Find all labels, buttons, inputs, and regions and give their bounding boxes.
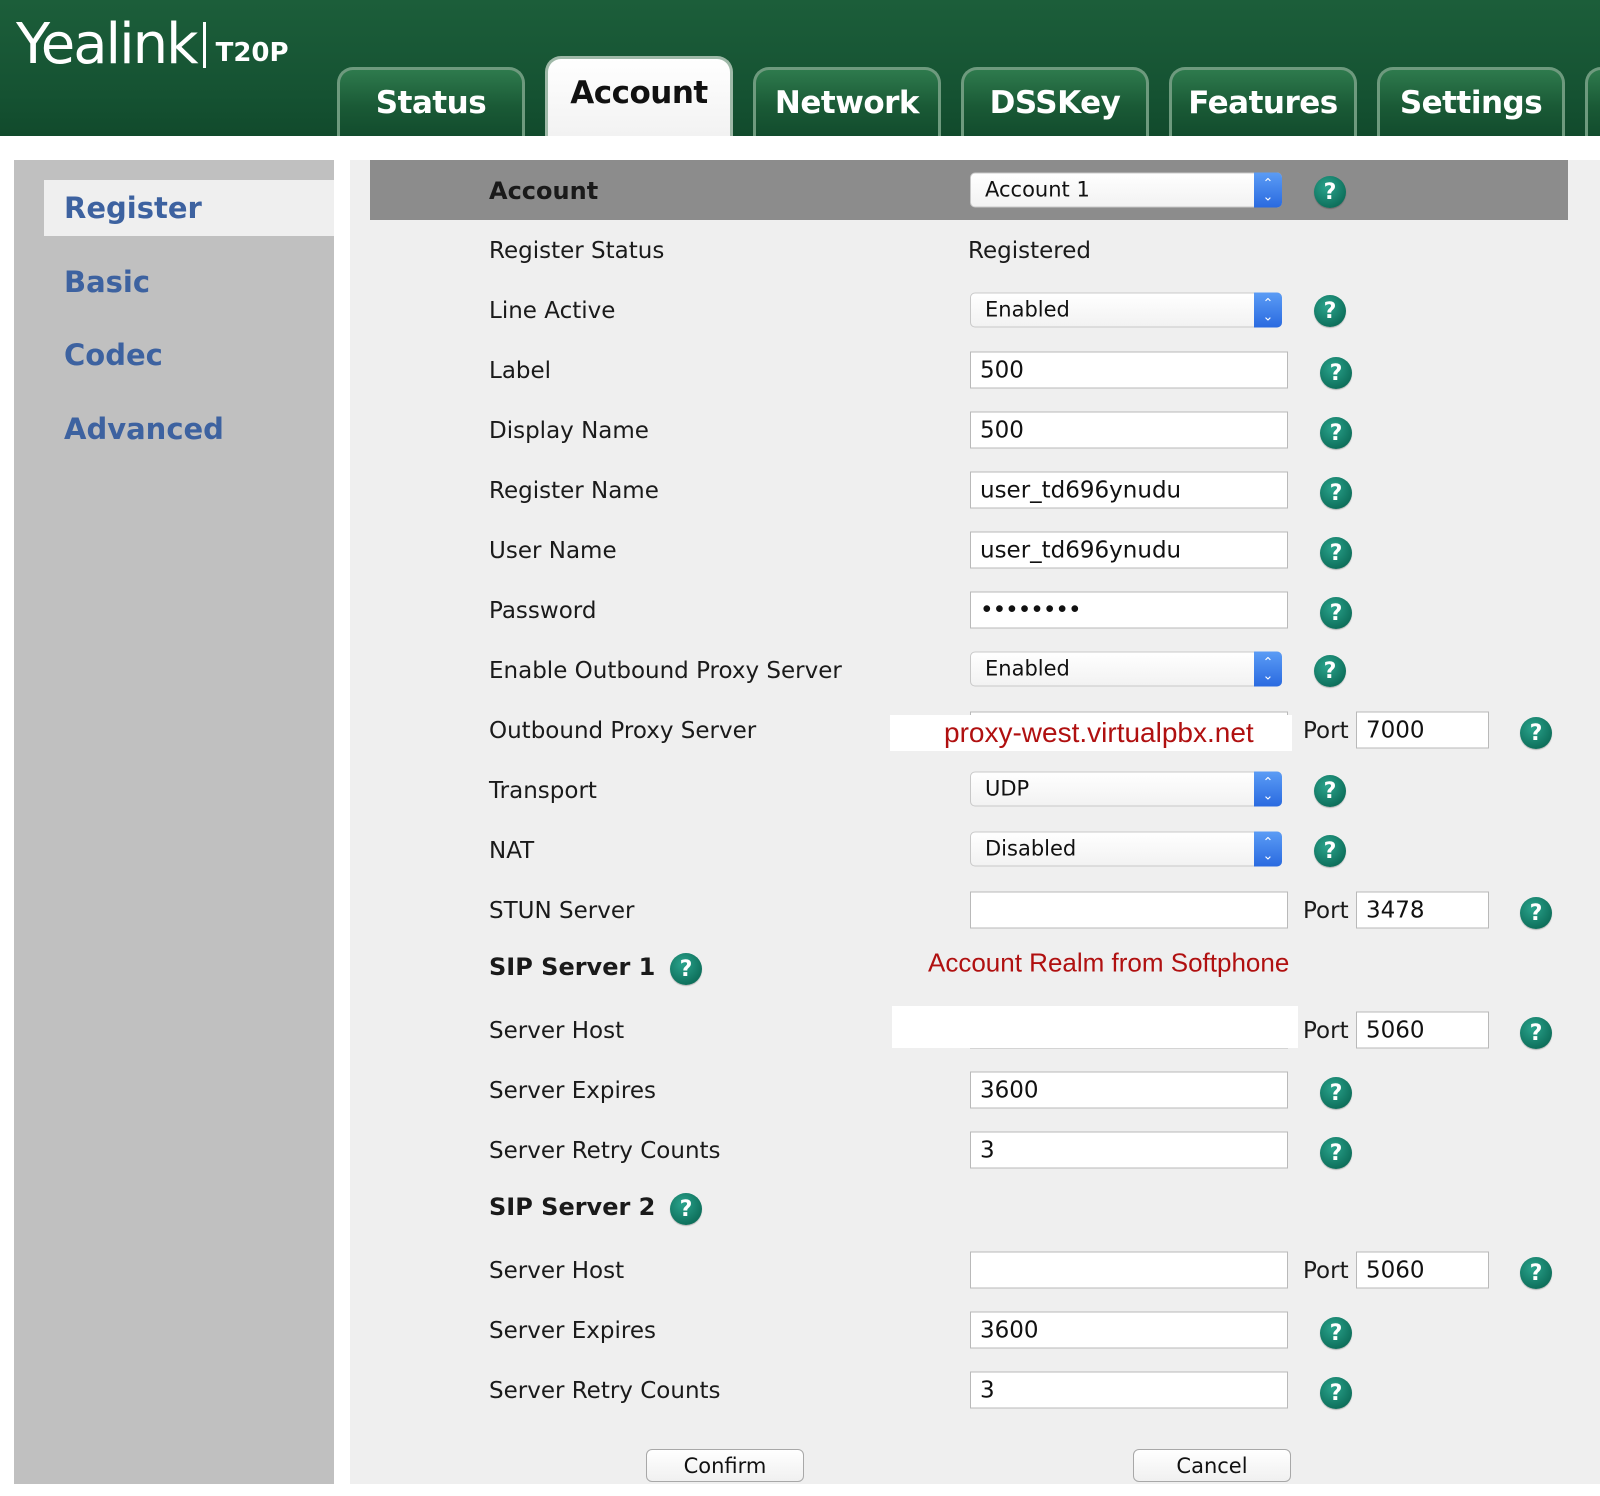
tab-account[interactable]: Account [545,56,733,136]
enable-outbound-proxy-select[interactable]: Enabled ⌃ ⌄ [970,651,1282,687]
stun-port-label: Port [1303,898,1349,924]
help-icon[interactable]: ? [1520,1017,1552,1049]
help-icon[interactable]: ? [670,1193,702,1225]
help-icon[interactable]: ? [1320,417,1352,449]
help-icon[interactable]: ? [1314,775,1346,807]
help-icon[interactable]: ? [1320,1077,1352,1109]
brand-name: Yealink [16,12,199,77]
outbound-proxy-port-label: Port [1303,718,1349,744]
label-label: Label [489,358,552,384]
outbound-proxy-value: proxy-west.virtualpbx.net [944,717,1254,748]
help-icon[interactable]: ? [1314,835,1346,867]
line-active-label: Line Active [489,298,616,324]
sip-server-2-title: SIP Server 2 [489,1193,656,1221]
select-arrows-icon: ⌃ ⌄ [1254,651,1282,687]
sidebar-item-register[interactable]: Register [44,180,334,236]
sip-2-port-input[interactable]: 5060 [1356,1251,1489,1289]
select-arrows-icon: ⌃ ⌄ [1254,831,1282,867]
sip-2-retry-counts-input[interactable]: 3 [970,1371,1288,1409]
yealink-logo: Yealink T20P [16,12,289,77]
transport-value: UDP [985,776,1030,801]
enable-outbound-proxy-label: Enable Outbound Proxy Server [489,658,842,684]
help-icon[interactable]: ? [670,953,702,985]
sip-2-server-expires-label: Server Expires [489,1318,656,1344]
enable-outbound-proxy-value: Enabled [985,656,1070,681]
account-select-value: Account 1 [985,177,1090,202]
sidebar-item-codec[interactable]: Codec [44,327,334,383]
account-select[interactable]: Account 1 ⌃ ⌄ [970,172,1282,208]
help-icon[interactable]: ? [1520,717,1552,749]
help-icon[interactable]: ? [1320,537,1352,569]
sidebar-item-basic[interactable]: Basic [44,254,334,310]
stun-port-input[interactable]: 3478 [1356,891,1489,929]
sip-1-retry-counts-label: Server Retry Counts [489,1138,721,1164]
help-icon[interactable]: ? [1320,477,1352,509]
help-icon[interactable]: ? [1320,357,1352,389]
display-name-label: Display Name [489,418,649,444]
help-icon[interactable]: ? [1320,1137,1352,1169]
transport-select[interactable]: UDP ⌃ ⌄ [970,771,1282,807]
line-active-select[interactable]: Enabled ⌃ ⌄ [970,292,1282,328]
help-icon[interactable]: ? [1320,1377,1352,1409]
register-status-label: Register Status [489,238,665,264]
sip-1-server-expires-label: Server Expires [489,1078,656,1104]
help-icon[interactable]: ? [1314,295,1346,327]
select-arrows-icon: ⌃ ⌄ [1254,172,1282,208]
server-host-overlay [892,1006,1298,1048]
nat-label: NAT [489,838,535,864]
user-name-label: User Name [489,538,617,564]
user-name-input[interactable]: user_td696ynudu [970,531,1288,569]
cancel-button[interactable]: Cancel [1133,1449,1291,1482]
sip-2-server-host-label: Server Host [489,1258,625,1284]
tab-features[interactable]: Features [1169,67,1357,136]
sip-1-server-expires-input[interactable]: 3600 [970,1071,1288,1109]
nat-select[interactable]: Disabled ⌃ ⌄ [970,831,1282,867]
confirm-button[interactable]: Confirm [646,1449,804,1482]
help-icon[interactable]: ? [1320,597,1352,629]
tab-dsskey[interactable]: DSSKey [961,67,1149,136]
select-arrows-icon: ⌃ ⌄ [1254,292,1282,328]
sip-1-port-label: Port [1303,1018,1349,1044]
help-icon[interactable]: ? [1320,1317,1352,1349]
tab-overflow[interactable] [1585,67,1600,136]
password-label: Password [489,598,597,624]
help-icon[interactable]: ? [1314,176,1346,208]
help-icon[interactable]: ? [1314,655,1346,687]
stun-server-label: STUN Server [489,898,635,924]
logo-divider [202,21,206,68]
model-name: T20P [215,37,289,68]
password-input[interactable]: •••••••• [970,591,1288,629]
sip-2-port-label: Port [1303,1258,1349,1284]
sip-1-port-input[interactable]: 5060 [1356,1011,1489,1049]
sip-2-server-expires-input[interactable]: 3600 [970,1311,1288,1349]
sip-server-1-title: SIP Server 1 [489,953,656,981]
help-icon[interactable]: ? [1520,897,1552,929]
sip-1-server-host-label: Server Host [489,1018,625,1044]
register-status-value: Registered [968,238,1091,264]
sip-1-retry-counts-input[interactable]: 3 [970,1131,1288,1169]
sidebar-item-advanced[interactable]: Advanced [44,401,334,457]
outbound-proxy-port-input[interactable]: 7000 [1356,711,1489,749]
register-name-input[interactable]: user_td696ynudu [970,471,1288,509]
stun-server-input[interactable] [970,891,1288,929]
account-label: Account [489,177,599,205]
tab-network[interactable]: Network [753,67,941,136]
help-icon[interactable]: ? [1520,1257,1552,1289]
account-realm-annotation: Account Realm from Softphone [928,947,1290,978]
sip-2-server-host-input[interactable] [970,1251,1288,1289]
transport-label: Transport [489,778,597,804]
display-name-input[interactable]: 500 [970,411,1288,449]
select-arrows-icon: ⌃ ⌄ [1254,771,1282,807]
outbound-proxy-label: Outbound Proxy Server [489,718,757,744]
label-input[interactable]: 500 [970,351,1288,389]
tab-status[interactable]: Status [337,67,525,136]
register-name-label: Register Name [489,478,659,504]
nat-value: Disabled [985,836,1077,861]
line-active-value: Enabled [985,297,1070,322]
tab-settings[interactable]: Settings [1377,67,1565,136]
sip-2-retry-counts-label: Server Retry Counts [489,1378,721,1404]
